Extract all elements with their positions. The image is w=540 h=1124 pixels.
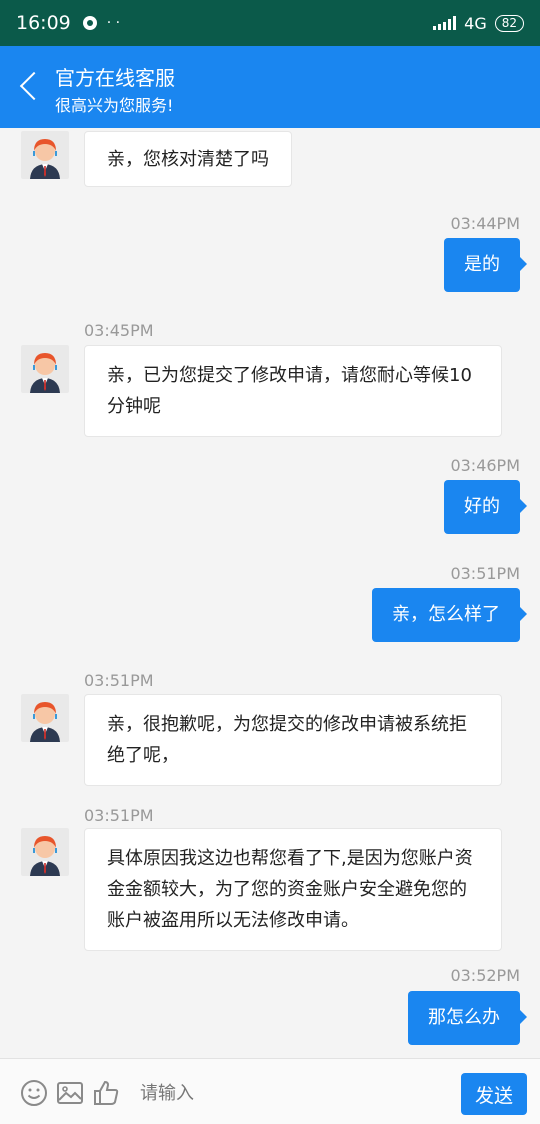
agent-message: 亲，已为您提交了修改申请，请您耐心等候10 分钟呢	[84, 345, 502, 437]
chat-title: 官方在线客服	[55, 66, 175, 90]
message-timestamp: 03:51PM	[450, 564, 520, 583]
agent-message: 亲，您核对清楚了吗	[84, 131, 292, 187]
send-button[interactable]: 发送	[461, 1073, 527, 1115]
agent-avatar	[21, 694, 69, 742]
message-timestamp: 03:46PM	[450, 456, 520, 475]
notification-bell-icon	[82, 16, 97, 30]
message-input[interactable]	[140, 1075, 440, 1111]
input-bar: 发送	[0, 1058, 540, 1124]
chat-subtitle: 很高兴为您服务!	[55, 96, 174, 115]
chat-header: 官方在线客服 很高兴为您服务!	[0, 46, 540, 128]
thumbs-up-icon[interactable]	[92, 1079, 120, 1107]
user-message: 那怎么办	[408, 991, 527, 1045]
user-message: 好的	[444, 480, 527, 534]
back-arrow-icon[interactable]	[14, 66, 50, 106]
message-timestamp: 03:45PM	[84, 321, 154, 340]
status-bar: 16:09 · · 4G 82	[0, 0, 540, 46]
agent-message: 具体原因我这边也帮您看了下,是因为您账户资 金金额较大，为了您的资金账户安全避免…	[84, 828, 502, 951]
agent-message: 亲，很抱歉呢，为您提交的修改申请被系统拒 绝了呢，	[84, 694, 502, 786]
message-timestamp: 03:44PM	[450, 214, 520, 233]
agent-avatar	[21, 131, 69, 179]
agent-avatar	[21, 345, 69, 393]
emoji-icon[interactable]	[20, 1079, 48, 1107]
message-timestamp: 03:51PM	[84, 806, 154, 825]
message-timestamp: 03:52PM	[450, 966, 520, 985]
battery-indicator: 82	[494, 14, 524, 32]
message-list[interactable]: 亲，您核对清楚了吗 03:44PM 是的 03:45PM 亲，已为您提交了修改申…	[0, 128, 540, 1058]
status-time: 16:09	[16, 12, 71, 34]
user-message: 亲，怎么样了	[372, 588, 527, 642]
image-icon[interactable]	[56, 1079, 84, 1107]
more-notifications-icon: · ·	[106, 15, 121, 31]
message-timestamp: 03:51PM	[84, 671, 154, 690]
network-type: 4G	[464, 13, 487, 33]
agent-avatar	[21, 828, 69, 876]
user-message: 是的	[444, 238, 527, 292]
signal-icon	[433, 16, 457, 30]
